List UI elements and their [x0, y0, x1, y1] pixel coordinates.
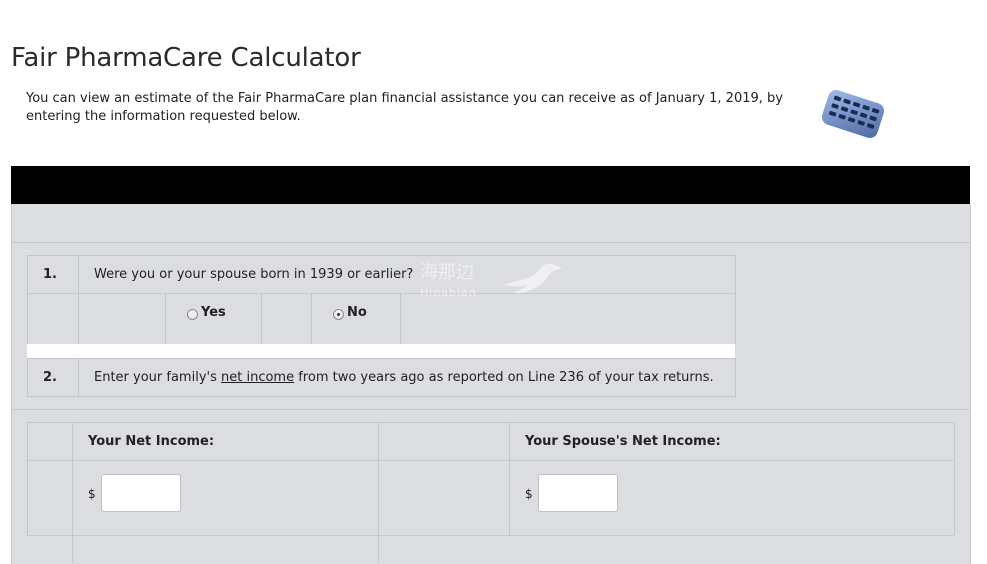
net-income-link[interactable]: net income — [221, 370, 294, 385]
currency-symbol: $ — [88, 487, 96, 501]
bird-icon — [504, 263, 562, 293]
question1-number: 1. — [43, 267, 57, 282]
question2-text-before: Enter your family's — [94, 370, 221, 385]
calculator-icon — [821, 90, 885, 138]
your-income-input[interactable] — [101, 474, 181, 512]
watermark-subtext: Hinabian — [420, 286, 477, 299]
spacer-strip — [27, 344, 735, 358]
col-divider — [378, 422, 379, 562]
currency-symbol: $ — [525, 487, 533, 501]
col-divider — [72, 422, 73, 562]
watermark-logo: 海那边 Hinabian — [420, 258, 477, 299]
row-divider — [27, 535, 955, 536]
your-income-label: Your Net Income: — [88, 434, 215, 449]
col-divider — [165, 293, 166, 345]
page-title: Fair PharmaCare Calculator — [11, 43, 361, 74]
question1-text: Were you or your spouse born in 1939 or … — [94, 267, 414, 282]
spouse-income-label: Your Spouse's Net Income: — [525, 434, 721, 449]
intro-text: You can view an estimate of the Fair Pha… — [26, 91, 783, 124]
col-divider — [261, 293, 262, 345]
radio-yes[interactable] — [187, 309, 198, 320]
question2-number: 2. — [43, 370, 57, 385]
question2-text: Enter your family's net income from two … — [94, 370, 714, 385]
col-divider — [311, 293, 312, 345]
question2-text-after: from two years ago as reported on Line 2… — [294, 370, 714, 385]
watermark-text: 海那边 — [420, 262, 474, 283]
header-band — [11, 166, 970, 204]
panel-divider — [11, 242, 970, 243]
panel-divider — [11, 409, 970, 410]
radio-yes-label[interactable]: Yes — [201, 305, 226, 320]
col-divider — [400, 293, 401, 345]
row-divider — [27, 460, 955, 461]
spouse-income-input[interactable] — [538, 474, 618, 512]
col-divider — [509, 422, 510, 536]
col-divider — [78, 255, 79, 345]
radio-no-label[interactable]: No — [347, 305, 367, 320]
row-divider — [27, 293, 736, 294]
col-divider — [78, 358, 79, 397]
radio-no[interactable] — [333, 309, 344, 320]
